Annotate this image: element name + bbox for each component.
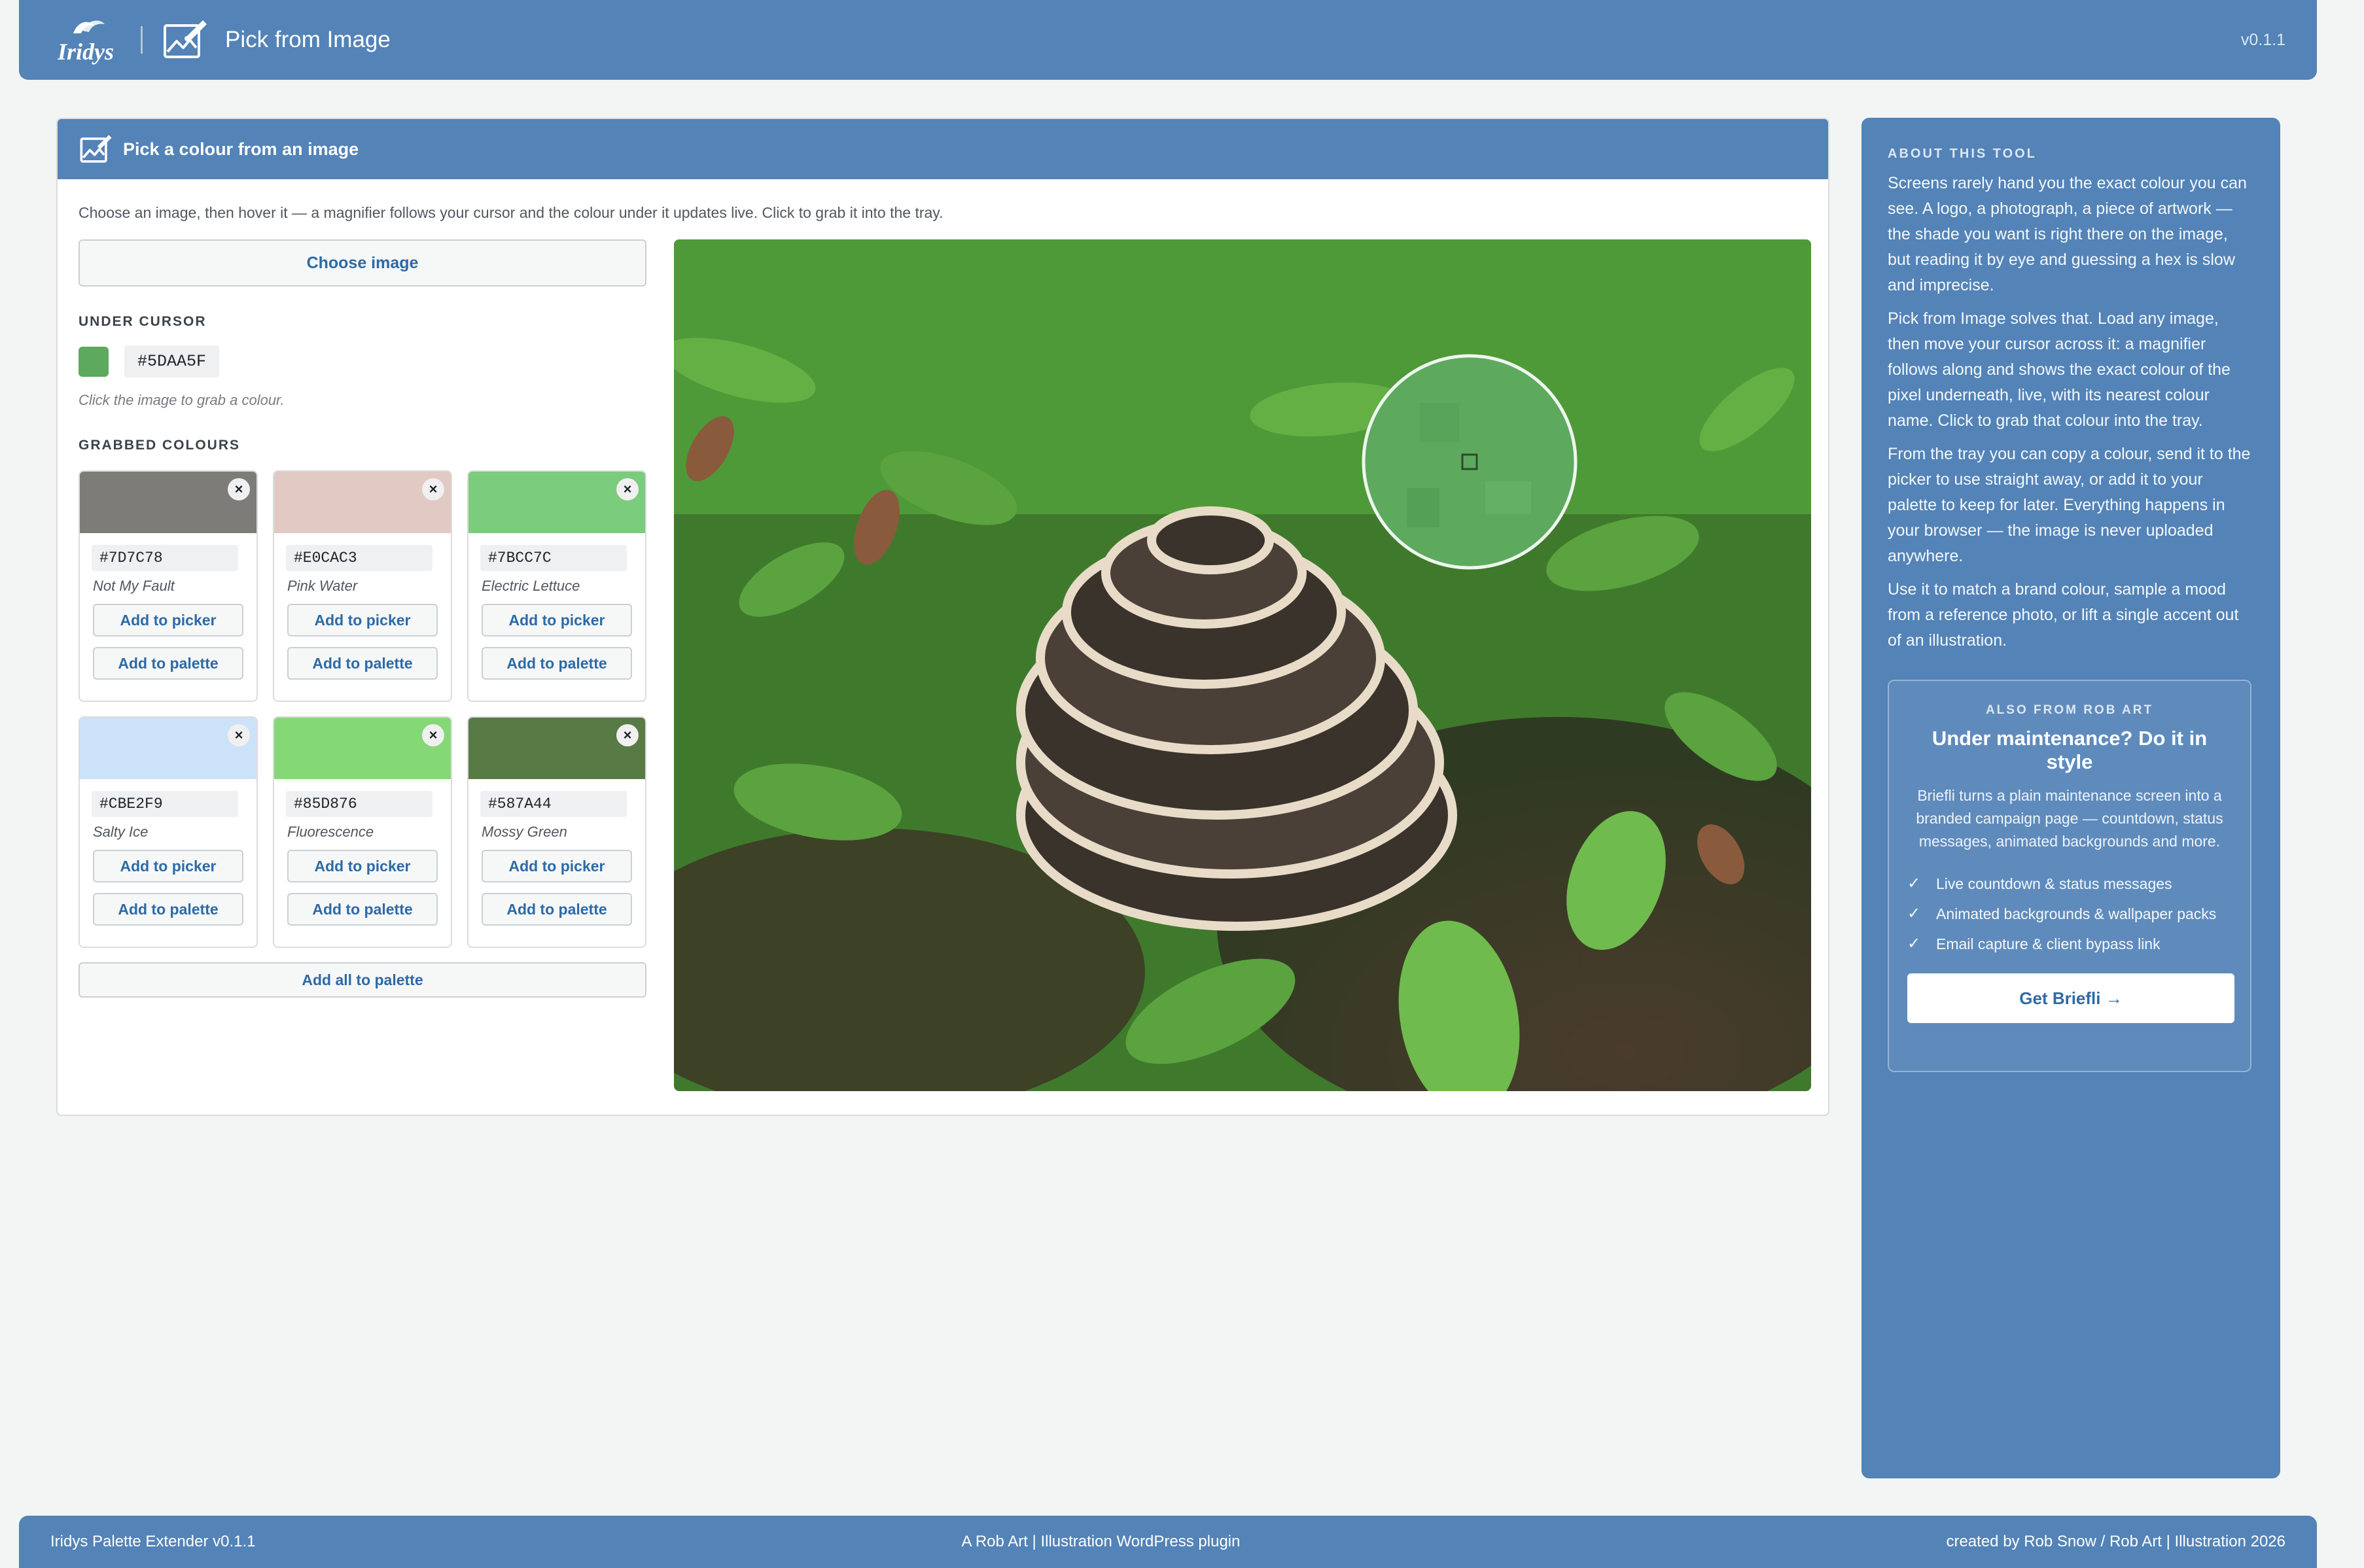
grab-hint: Click the image to grab a colour. <box>79 392 285 408</box>
about-paragraph: Pick from Image solves that. Load any im… <box>1888 309 2231 430</box>
app-title: Pick from Image <box>225 27 391 52</box>
add-to-palette-button[interactable]: Add to palette <box>287 647 438 680</box>
add-to-picker-button[interactable]: Add to picker <box>287 604 438 636</box>
colour-hex[interactable]: #7BCC7C <box>480 545 627 571</box>
colour-swatch[interactable]: × <box>274 472 451 533</box>
under-cursor-swatch <box>79 346 109 377</box>
add-to-palette-button[interactable]: Add to palette <box>482 893 632 926</box>
about-paragraph: From the tray you can copy a colour, sen… <box>1888 445 2251 565</box>
colour-hex[interactable]: #E0CAC3 <box>286 545 432 571</box>
colour-swatch[interactable]: × <box>274 718 451 779</box>
add-to-picker-button[interactable]: Add to picker <box>93 850 243 882</box>
colour-name: Not My Fault <box>93 578 175 594</box>
grabbed-colours-label: GRABBED COLOURS <box>79 438 241 453</box>
add-to-palette-button[interactable]: Add to palette <box>482 647 632 680</box>
add-all-to-palette-button[interactable]: Add all to palette <box>79 962 646 998</box>
promo-title: Under maintenance? Do it in style <box>1932 727 2208 773</box>
svg-text:Iridys: Iridys <box>57 39 114 65</box>
promo-features: ✓ Live countdown & status messages ✓ Ani… <box>1907 873 2232 955</box>
promo-feature-item: ✓ Email capture & client bypass link <box>1907 933 2232 955</box>
add-to-picker-button[interactable]: Add to picker <box>482 850 632 882</box>
colour-swatch[interactable]: × <box>468 472 645 533</box>
footer-right[interactable]: created by Rob Snow / Rob Art | Illustra… <box>1946 1533 2285 1551</box>
promo-feature-item: ✓ Live countdown & status messages <box>1907 873 2232 895</box>
pick-colour-card: Pick a colour from an image Choose an im… <box>56 118 1829 1116</box>
colour-hex[interactable]: #CBE2F9 <box>92 791 238 817</box>
remove-colour-button[interactable]: × <box>616 478 639 500</box>
colour-hex[interactable]: #7D7C78 <box>92 545 238 571</box>
iridys-logo[interactable]: Iridys <box>50 10 122 70</box>
add-to-palette-button[interactable]: Add to palette <box>93 893 243 926</box>
promo-feature-text: Email capture & client bypass link <box>1936 935 2161 952</box>
add-to-picker-button[interactable]: Add to picker <box>287 850 438 882</box>
card-title: Pick a colour from an image <box>123 139 359 159</box>
colour-tile: × #7BCC7C Electric Lettuce Add to picker… <box>467 470 646 702</box>
card-header: Pick a colour from an image <box>58 119 1828 179</box>
get-briefli-button[interactable]: Get Briefli → <box>1907 973 2234 1023</box>
under-cursor-label: UNDER CURSOR <box>79 314 207 329</box>
remove-colour-button[interactable]: × <box>228 478 250 500</box>
source-image-canvas[interactable] <box>674 239 1811 1091</box>
colour-tile: × #CBE2F9 Salty Ice Add to picker Add to… <box>79 716 258 948</box>
colour-tile: × #85D876 Fluorescence Add to picker Add… <box>273 716 452 948</box>
colour-hex[interactable]: #85D876 <box>286 791 432 817</box>
briefli-promo: ALSO FROM ROB ART Under maintenance? Do … <box>1888 680 2251 1072</box>
colour-name: Salty Ice <box>93 824 149 840</box>
under-cursor-row: #5DAA5F <box>79 345 646 377</box>
colour-swatch[interactable]: × <box>80 472 256 533</box>
promo-feature-text: Animated backgrounds & wallpaper packs <box>1936 905 2217 922</box>
remove-colour-button[interactable]: × <box>422 478 444 500</box>
check-icon: ✓ <box>1907 905 1921 922</box>
footer-left: Iridys Palette Extender v0.1.1 <box>50 1533 256 1550</box>
promo-feature-item: ✓ Animated backgrounds & wallpaper packs <box>1907 903 2232 925</box>
colour-tile: × #7D7C78 Not My Fault Add to picker Add… <box>79 470 258 702</box>
footer-center[interactable]: A Rob Art | Illustration WordPress plugi… <box>961 1533 1240 1551</box>
footer: Iridys Palette Extender v0.1.1 A Rob Art… <box>19 1516 2317 1568</box>
about-sidebar: ABOUT THIS TOOL Screens rarely hand you … <box>1861 118 2280 1478</box>
about-paragraph: Use it to match a brand colour, sample a… <box>1888 580 2239 650</box>
header-divider <box>141 26 143 54</box>
about-heading: ABOUT THIS TOOL <box>1888 147 2037 161</box>
colour-tile: × #E0CAC3 Pink Water Add to picker Add t… <box>273 470 452 702</box>
add-to-picker-button[interactable]: Add to picker <box>93 604 243 636</box>
controls-column: Choose image UNDER CURSOR #5DAA5F Click … <box>79 239 646 998</box>
promo-feature-text: Live countdown & status messages <box>1936 875 2172 892</box>
remove-colour-button[interactable]: × <box>422 724 444 746</box>
colour-tile: × #587A44 Mossy Green Add to picker Add … <box>467 716 646 948</box>
colour-name: Pink Water <box>287 578 358 594</box>
image-picker-icon <box>164 20 207 58</box>
remove-colour-button[interactable]: × <box>616 724 639 746</box>
remove-colour-button[interactable]: × <box>228 724 250 746</box>
under-cursor-hex[interactable]: #5DAA5F <box>124 345 220 377</box>
grabbed-colours-tray: × #7D7C78 Not My Fault Add to picker Add… <box>79 470 646 948</box>
check-icon: ✓ <box>1907 935 1921 952</box>
colour-swatch[interactable]: × <box>80 718 256 779</box>
check-icon: ✓ <box>1907 875 1921 892</box>
promo-description: Briefli turns a plain maintenance screen… <box>1916 787 2223 850</box>
colour-name: Mossy Green <box>482 824 567 840</box>
image-picker-icon <box>80 135 112 163</box>
colour-name: Fluorescence <box>287 824 374 840</box>
add-to-picker-button[interactable]: Add to picker <box>482 604 632 636</box>
colour-hex[interactable]: #587A44 <box>480 791 627 817</box>
add-to-palette-button[interactable]: Add to palette <box>93 647 243 680</box>
intro-text: Choose an image, then hover it — a magni… <box>79 204 944 221</box>
choose-image-button[interactable]: Choose image <box>79 239 646 287</box>
colour-swatch[interactable]: × <box>468 718 645 779</box>
about-paragraph: Screens rarely hand you the exact colour… <box>1888 174 2247 294</box>
top-bar: Iridys Pick from Image v0.1.1 <box>19 0 2317 80</box>
version-label: v0.1.1 <box>2240 30 2285 49</box>
add-to-palette-button[interactable]: Add to palette <box>287 893 438 926</box>
promo-kicker: ALSO FROM ROB ART <box>1985 703 2154 717</box>
colour-name: Electric Lettuce <box>482 578 580 594</box>
